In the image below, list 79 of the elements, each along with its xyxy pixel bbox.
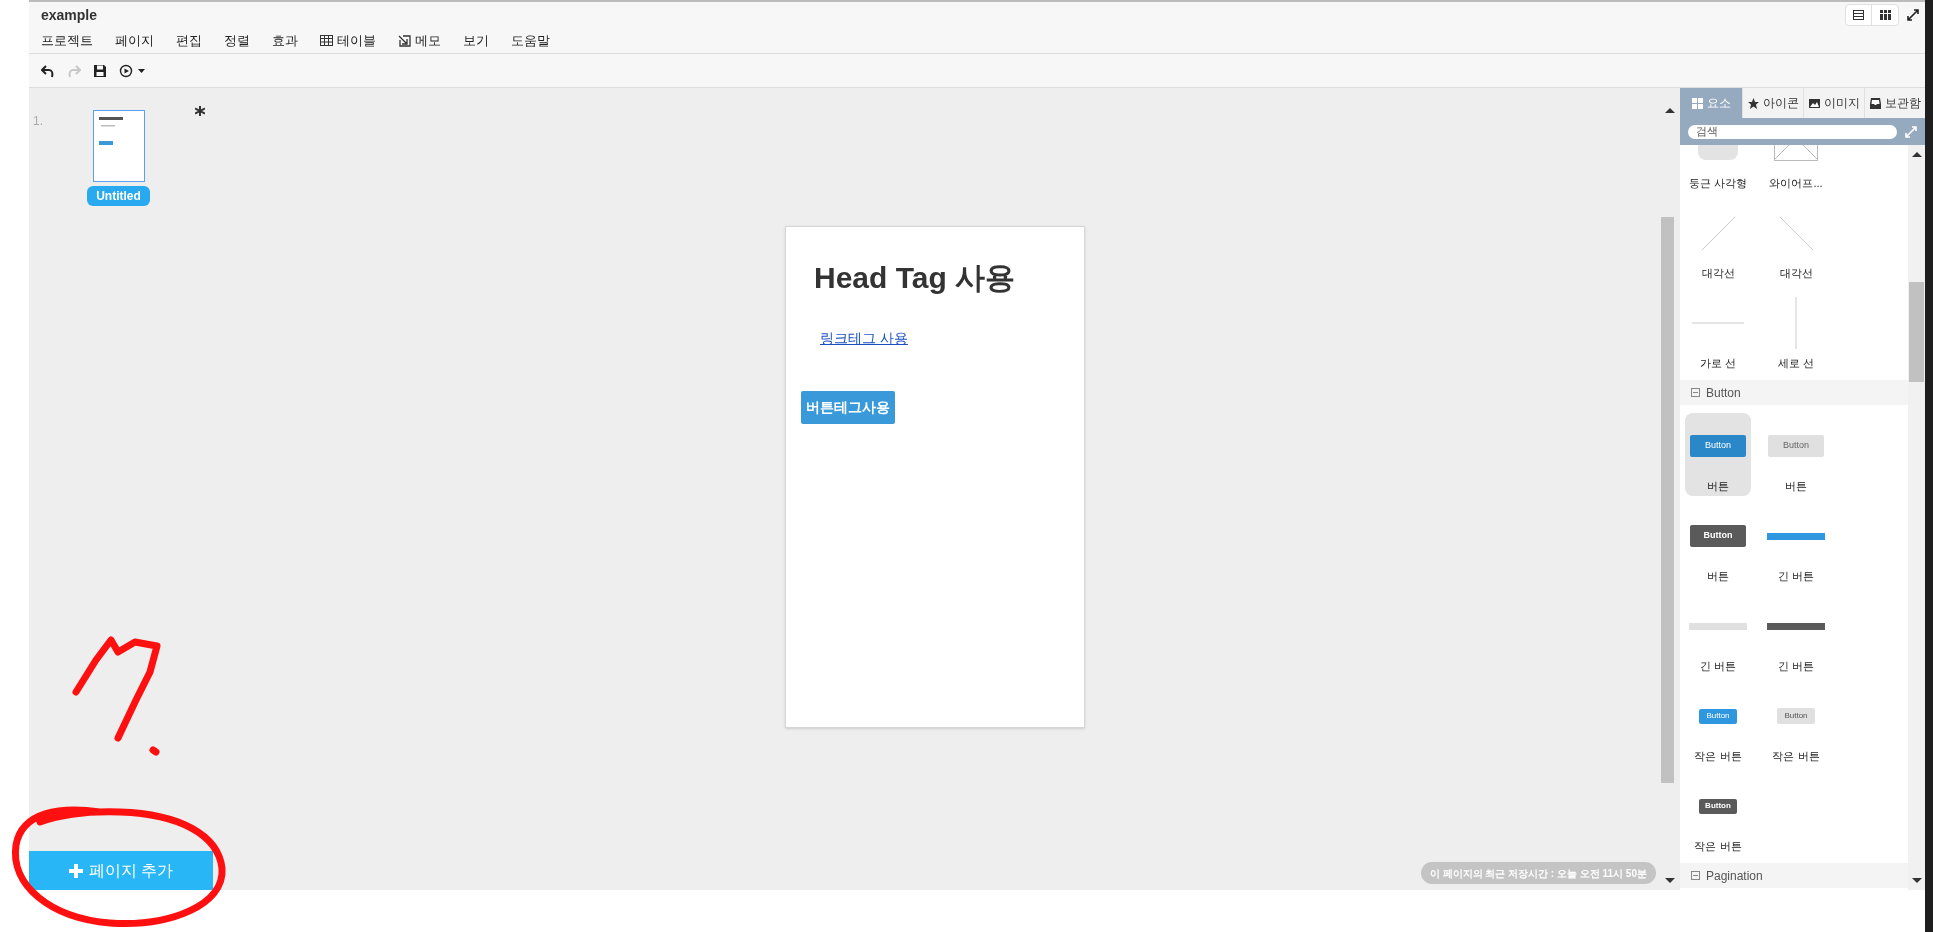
- element-label: 와이어프...: [1769, 176, 1823, 191]
- button-preview: Button: [1777, 708, 1815, 724]
- section-header[interactable]: Button: [1680, 380, 1908, 405]
- menu-item[interactable]: 보기: [463, 30, 489, 51]
- element-label: 가로 선: [1699, 356, 1737, 371]
- collapse-icon: [1691, 871, 1700, 880]
- element-label: 작은 버튼: [1694, 839, 1742, 854]
- element-tile[interactable]: Button 버튼: [1763, 413, 1829, 496]
- plus-icon: [68, 863, 83, 878]
- page-thumbnail[interactable]: [93, 110, 145, 182]
- page-heading: Head Tag 사용: [814, 260, 1016, 296]
- element-tile[interactable]: 세로 선: [1763, 290, 1829, 373]
- note-icon: [398, 34, 411, 47]
- table-icon: [320, 35, 333, 46]
- menu-item[interactable]: 정렬: [224, 30, 250, 51]
- page-preview-drawing: [99, 117, 123, 145]
- asterisk-icon: [195, 106, 205, 116]
- diagonal-line-icon: [1779, 216, 1813, 250]
- element-label: 버튼: [1707, 479, 1729, 494]
- element-label: 세로 선: [1777, 356, 1815, 371]
- button-preview: Button: [1699, 708, 1737, 724]
- element-tile[interactable]: 긴 버튼: [1763, 593, 1829, 676]
- diagonal-line-icon: [1701, 216, 1735, 250]
- element-label: 버튼: [1707, 569, 1729, 584]
- element-tile[interactable]: 둥근 사각형: [1685, 145, 1751, 193]
- button-preview: Button: [1690, 435, 1746, 457]
- element-label: 긴 버튼: [1699, 659, 1737, 674]
- element-tile[interactable]: 긴 버튼: [1685, 593, 1751, 676]
- menu-item[interactable]: 테이블: [320, 30, 376, 51]
- element-tile[interactable]: 대각선: [1763, 200, 1829, 283]
- element-label: 대각선: [1779, 266, 1813, 281]
- section-header[interactable]: Pagination: [1680, 863, 1908, 888]
- play-icon: [119, 63, 133, 78]
- save-status: 이 페이지의 최근 저장시간 : 오늘 오전 11시 50분: [1420, 862, 1656, 884]
- caret-icon: [138, 68, 145, 73]
- undo-icon: [41, 63, 55, 78]
- inbox-icon: [1869, 97, 1881, 109]
- menu-item[interactable]: 편집: [176, 30, 202, 51]
- image-icon: [1808, 97, 1820, 109]
- layout-icon: [1853, 10, 1864, 20]
- element-label: 긴 버튼: [1777, 659, 1815, 674]
- menu-item[interactable]: 효과: [272, 30, 298, 51]
- long-button-icon: [1767, 622, 1825, 630]
- element-tile[interactable]: 긴 버튼: [1763, 503, 1829, 586]
- element-tile[interactable]: Button 작은 버튼: [1685, 773, 1751, 856]
- star-icon: [1747, 97, 1759, 109]
- menu-item[interactable]: 도움말: [511, 30, 550, 51]
- grid-icon: [1691, 97, 1703, 109]
- element-tile[interactable]: 가로 선: [1685, 290, 1751, 373]
- menu-item[interactable]: 프로젝트: [41, 30, 93, 51]
- element-tile[interactable]: 대각선: [1685, 200, 1751, 283]
- long-button-icon: [1767, 532, 1825, 540]
- element-tile[interactable]: Button 작은 버튼: [1763, 683, 1829, 766]
- menu-item[interactable]: 페이지: [115, 30, 154, 51]
- save-icon: [93, 63, 107, 78]
- element-label: 버튼: [1785, 479, 1807, 494]
- button-preview: Button: [1690, 525, 1746, 547]
- columns-icon: [1879, 10, 1891, 20]
- button-preview: Button: [1768, 435, 1824, 457]
- redo-icon: [67, 63, 81, 78]
- canvas-scrollbar[interactable]: [1660, 88, 1680, 890]
- element-label: 작은 버튼: [1772, 749, 1820, 764]
- collapse-icon: [1691, 388, 1700, 397]
- element-label: 둥근 사각형: [1688, 176, 1748, 191]
- element-label: 작은 버튼: [1694, 749, 1742, 764]
- element-tile[interactable]: Button 버튼: [1685, 503, 1751, 586]
- page-number: 1.: [33, 113, 43, 130]
- element-tile[interactable]: Button 작은 버튼: [1685, 683, 1751, 766]
- element-label: 대각선: [1701, 266, 1735, 281]
- window-title: example: [41, 5, 98, 25]
- element-label: 긴 버튼: [1777, 569, 1815, 584]
- element-tile[interactable]: 와이어프...: [1763, 145, 1829, 193]
- expand-icon[interactable]: [1907, 9, 1919, 21]
- element-tile[interactable]: Button 버튼: [1685, 413, 1751, 496]
- long-button-icon: [1689, 622, 1747, 630]
- link[interactable]: 링크테그 사용: [820, 328, 908, 349]
- search-field[interactable]: 검색: [1688, 124, 1897, 139]
- menu-item[interactable]: 메모: [398, 30, 441, 51]
- button-preview: Button: [1699, 798, 1737, 814]
